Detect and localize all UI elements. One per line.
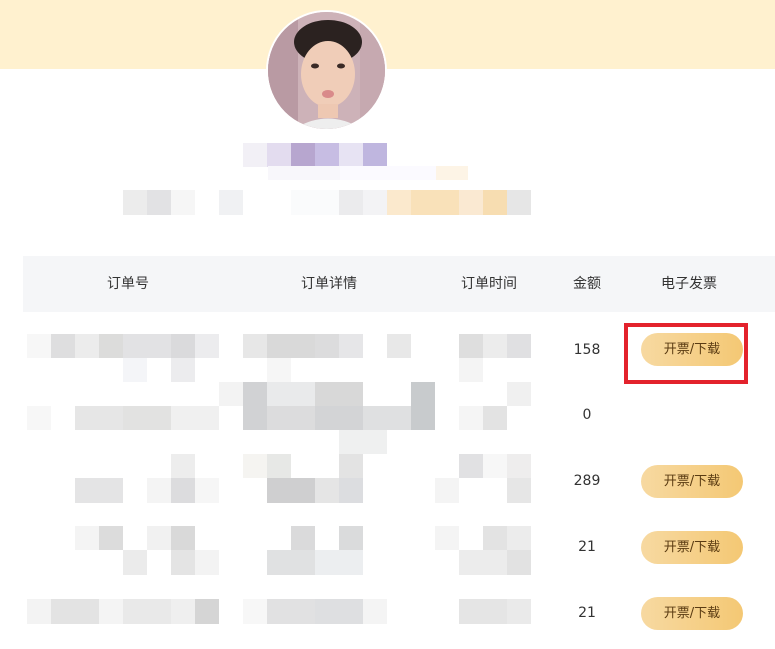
- amount-cell: 21: [578, 605, 596, 621]
- amount-cell: 289: [573, 473, 601, 489]
- table-row: [27, 526, 555, 575]
- invoice-download-button[interactable]: 开票/下载: [641, 531, 743, 564]
- col-amount: 金额: [573, 276, 601, 292]
- table-row: [27, 454, 555, 503]
- col-invoice: 电子发票: [661, 276, 717, 292]
- amount-cell: 21: [578, 539, 596, 555]
- table-row: [27, 382, 555, 454]
- table-row: [27, 334, 555, 382]
- amount-cell: 0: [582, 407, 592, 423]
- amount-cell: 158: [573, 342, 601, 358]
- avatar: [266, 10, 387, 131]
- col-order-no: 订单号: [107, 276, 149, 292]
- invoice-download-button[interactable]: 开票/下载: [641, 465, 743, 498]
- username-mosaic: [243, 143, 387, 167]
- col-order-detail: 订单详情: [301, 276, 357, 292]
- highlight-annotation: [624, 323, 748, 384]
- user-info-mosaic: [123, 190, 531, 215]
- profile-banner: [0, 0, 775, 69]
- col-order-time: 订单时间: [461, 276, 517, 292]
- order-table-header: 订单号 订单详情 订单时间 金额 电子发票: [23, 256, 775, 312]
- invoice-download-button[interactable]: 开票/下载: [641, 597, 743, 630]
- subtitle-mosaic: [268, 166, 468, 180]
- table-row: [27, 599, 555, 624]
